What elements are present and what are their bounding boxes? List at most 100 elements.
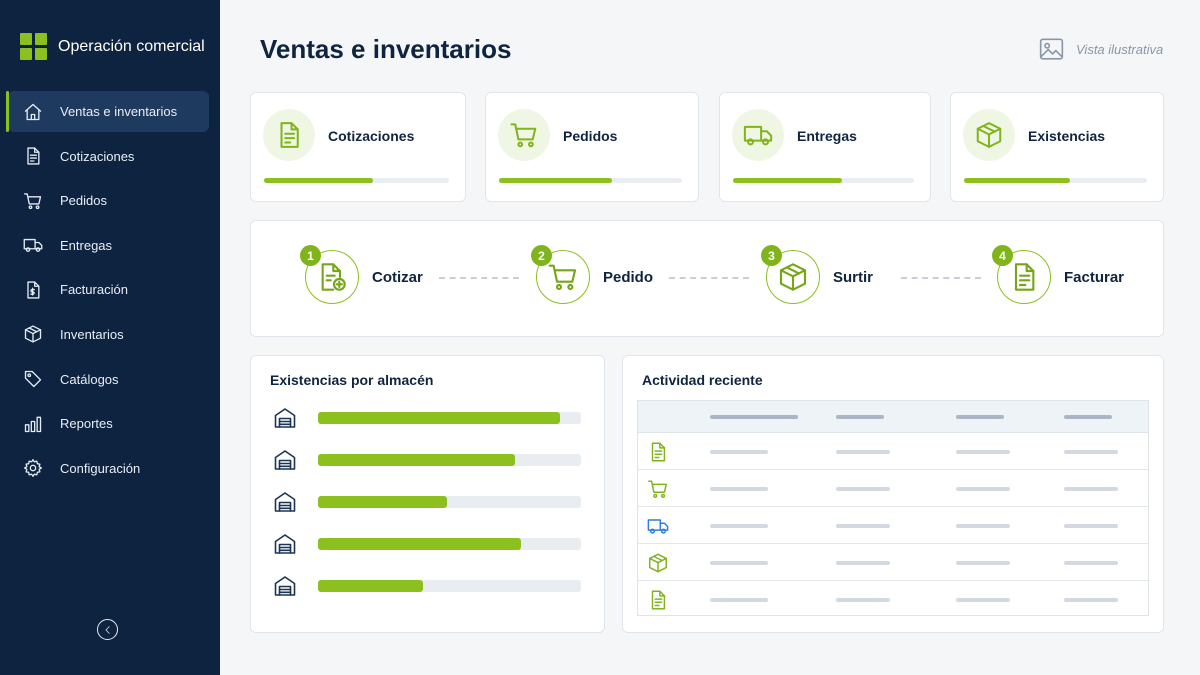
illustrative-badge: Vista ilustrativa	[1038, 36, 1163, 62]
sidebar-item-pedidos[interactable]: Pedidos	[8, 180, 209, 221]
sidebar-item-entregas[interactable]: Entregas	[8, 225, 209, 266]
step-label: Cotizar	[372, 268, 423, 286]
warehouse-row[interactable]	[273, 532, 583, 556]
stock-track	[318, 580, 581, 592]
box-icon	[22, 323, 44, 345]
kpi-progress-track	[499, 178, 682, 183]
brand[interactable]: Operación comercial	[20, 33, 205, 60]
kpi-progress-track	[964, 178, 1147, 183]
cell-placeholder	[1064, 598, 1118, 602]
step-connector	[669, 277, 749, 279]
warehouse-icon	[273, 532, 297, 556]
sidebar-nav: Ventas e inventarios Cotizaciones Pedido…	[6, 91, 209, 492]
stock-title: Existencias por almacén	[270, 372, 434, 388]
cell-placeholder	[1064, 487, 1118, 491]
cell-placeholder	[1064, 524, 1118, 528]
table-row[interactable]	[638, 470, 1148, 507]
sidebar-item-label: Reportes	[60, 416, 113, 432]
header-placeholder	[710, 415, 798, 419]
logo-icon	[20, 33, 47, 60]
kpi-card-entregas[interactable]: Entregas	[719, 92, 931, 202]
truck-icon	[22, 234, 44, 256]
cart-icon	[22, 190, 44, 212]
step-number: 1	[300, 245, 321, 266]
stock-track	[318, 454, 581, 466]
warehouse-row[interactable]	[273, 406, 583, 430]
gear-icon	[22, 457, 44, 479]
cart-icon	[647, 478, 669, 500]
sidebar-item-label: Cotizaciones	[60, 148, 135, 164]
kpi-progress-track	[733, 178, 914, 183]
warehouse-icon	[273, 448, 297, 472]
sidebar-item-label: Catálogos	[60, 371, 119, 387]
sidebar-item-inventarios[interactable]: Inventarios	[8, 314, 209, 355]
cart-icon	[498, 109, 550, 161]
bar-chart-icon	[22, 413, 44, 435]
table-row[interactable]	[638, 581, 1148, 618]
cell-placeholder	[836, 487, 890, 491]
cell-placeholder	[836, 561, 890, 565]
sidebar-item-ventas-e-inventarios[interactable]: Ventas e inventarios	[6, 91, 209, 132]
table-row[interactable]	[638, 507, 1148, 544]
process-step-cotizar[interactable]: 1 Cotizar	[300, 245, 423, 304]
sidebar-item-label: Entregas	[60, 237, 113, 253]
kpi-label: Existencias	[1028, 128, 1106, 144]
box-icon	[777, 261, 809, 293]
truck-icon	[732, 109, 784, 161]
cell-placeholder	[956, 487, 1010, 491]
illustrative-label: Vista ilustrativa	[1076, 41, 1164, 57]
kpi-card-pedidos[interactable]: Pedidos	[485, 92, 699, 202]
document-icon	[263, 109, 315, 161]
sidebar-item-configuracion[interactable]: Configuración	[8, 448, 209, 489]
header-placeholder	[1064, 415, 1112, 419]
cell-placeholder	[1064, 450, 1118, 454]
invoice-icon	[22, 279, 44, 301]
kpi-progress-track	[264, 178, 449, 183]
kpi-card-existencias[interactable]: Existencias	[950, 92, 1164, 202]
cart-icon	[547, 261, 579, 293]
warehouse-icon	[273, 406, 297, 430]
box-icon	[647, 552, 669, 574]
kpi-progress-fill	[499, 178, 613, 183]
sidebar-item-reportes[interactable]: Reportes	[8, 403, 209, 444]
sidebar-item-label: Configuración	[60, 460, 141, 476]
header-placeholder	[836, 415, 884, 419]
stock-fill	[318, 538, 521, 550]
header-placeholder	[956, 415, 1004, 419]
warehouse-row[interactable]	[273, 448, 583, 472]
stock-track	[318, 412, 581, 424]
box-icon	[963, 109, 1015, 161]
step-number: 3	[761, 245, 782, 266]
sidebar: Operación comercial Ventas e inventarios…	[0, 0, 220, 675]
process-card: 1 Cotizar 2 Pedido 3 Surtir 4 Facturar	[250, 220, 1164, 337]
warehouse-row[interactable]	[273, 490, 583, 514]
process-step-surtir[interactable]: 3 Surtir	[761, 245, 873, 304]
activity-card: Actividad reciente	[622, 355, 1164, 633]
stock-fill	[318, 496, 447, 508]
process-step-facturar[interactable]: 4 Facturar	[992, 245, 1125, 304]
kpi-label: Pedidos	[563, 128, 618, 144]
sidebar-item-catalogos[interactable]: Catálogos	[8, 359, 209, 400]
app-name: Operación comercial	[58, 37, 205, 55]
table-row[interactable]	[638, 433, 1148, 470]
cell-placeholder	[710, 598, 768, 602]
collapse-sidebar-button[interactable]	[97, 619, 118, 640]
process-step-pedido[interactable]: 2 Pedido	[531, 245, 653, 304]
page-title: Ventas e inventarios	[260, 34, 512, 64]
step-connector	[901, 277, 981, 279]
table-row[interactable]	[638, 544, 1148, 581]
cell-placeholder	[710, 561, 768, 565]
sidebar-item-cotizaciones[interactable]: Cotizaciones	[8, 136, 209, 177]
home-icon	[22, 101, 44, 123]
cell-placeholder	[1064, 561, 1118, 565]
step-label: Facturar	[1064, 268, 1125, 286]
kpi-card-cotizaciones[interactable]: Cotizaciones	[250, 92, 466, 202]
stock-fill	[318, 580, 424, 592]
chevron-left-icon	[103, 625, 113, 635]
sidebar-item-facturacion[interactable]: Facturación	[8, 269, 209, 310]
stock-fill	[318, 412, 560, 424]
activity-title: Actividad reciente	[642, 372, 763, 388]
warehouse-row[interactable]	[273, 574, 583, 598]
document-add-icon	[316, 261, 348, 293]
activity-table	[637, 400, 1149, 616]
